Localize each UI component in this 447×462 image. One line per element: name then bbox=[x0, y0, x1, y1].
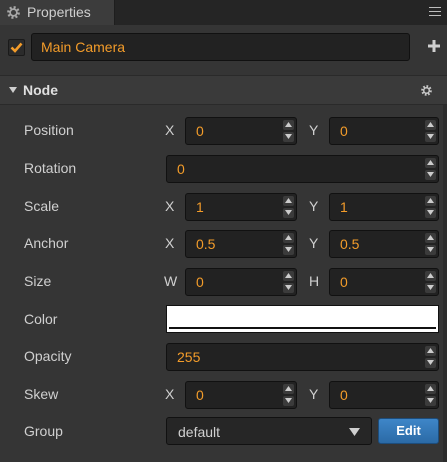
size-h-stepper[interactable] bbox=[425, 271, 436, 293]
panel-menu-icon[interactable] bbox=[429, 7, 441, 18]
node-section-header[interactable]: Node bbox=[0, 75, 447, 105]
anchor-y-input[interactable]: 0.5 bbox=[329, 230, 439, 258]
gear-icon bbox=[7, 6, 20, 19]
position-x-label: X bbox=[165, 122, 175, 138]
scale-label: Scale bbox=[24, 198, 60, 214]
rotation-label: Rotation bbox=[24, 160, 77, 176]
tab-title: Properties bbox=[27, 4, 91, 20]
panel-tab-bar: Properties bbox=[0, 0, 447, 25]
rotation-input[interactable]: 0 bbox=[166, 155, 439, 183]
checkmark-icon bbox=[10, 42, 23, 53]
node-name-input[interactable]: Main Camera bbox=[31, 33, 410, 61]
opacity-value: 255 bbox=[177, 349, 201, 365]
anchor-x-input[interactable]: 0.5 bbox=[185, 230, 297, 258]
size-w-value: 0 bbox=[196, 274, 204, 290]
scale-x-input[interactable]: 1 bbox=[185, 193, 297, 221]
skew-x-stepper[interactable] bbox=[283, 384, 294, 406]
skew-x-label: X bbox=[165, 386, 175, 402]
scale-x-value: 1 bbox=[196, 199, 204, 215]
scale-y-label: Y bbox=[309, 198, 319, 214]
skew-y-value: 0 bbox=[340, 387, 348, 403]
edit-group-button[interactable]: Edit bbox=[378, 418, 439, 444]
size-h-input[interactable]: 0 bbox=[329, 268, 439, 296]
caret-down-icon bbox=[9, 87, 17, 93]
size-w-stepper[interactable] bbox=[283, 271, 294, 293]
size-w-input[interactable]: 0 bbox=[185, 268, 297, 296]
anchor-y-value: 0.5 bbox=[340, 236, 360, 252]
size-w-label: W bbox=[164, 273, 178, 289]
scale-y-value: 1 bbox=[340, 199, 348, 215]
scale-x-label: X bbox=[165, 198, 175, 214]
dropdown-caret-icon bbox=[349, 428, 360, 436]
group-label: Group bbox=[24, 423, 63, 439]
node-name-row: Main Camera bbox=[0, 25, 447, 73]
rotation-value: 0 bbox=[177, 161, 185, 177]
scale-y-stepper[interactable] bbox=[425, 196, 436, 218]
skew-y-stepper[interactable] bbox=[425, 384, 436, 406]
anchor-x-value: 0.5 bbox=[196, 236, 216, 252]
position-x-value: 0 bbox=[196, 123, 204, 139]
skew-x-input[interactable]: 0 bbox=[185, 381, 297, 409]
anchor-x-stepper[interactable] bbox=[283, 233, 294, 255]
settings-gear-icon[interactable] bbox=[420, 84, 433, 97]
position-y-value: 0 bbox=[340, 123, 348, 139]
position-y-stepper[interactable] bbox=[425, 120, 436, 142]
opacity-label: Opacity bbox=[24, 348, 72, 364]
color-picker-swatch[interactable] bbox=[166, 305, 439, 333]
tab-properties[interactable]: Properties bbox=[0, 0, 115, 25]
alpha-bar bbox=[169, 327, 436, 329]
anchor-y-label: Y bbox=[309, 235, 319, 251]
anchor-label: Anchor bbox=[24, 235, 69, 251]
scrollbar-track[interactable] bbox=[443, 105, 447, 462]
position-y-input[interactable]: 0 bbox=[329, 117, 439, 145]
scale-x-stepper[interactable] bbox=[283, 196, 294, 218]
opacity-stepper[interactable] bbox=[425, 346, 436, 368]
skew-y-input[interactable]: 0 bbox=[329, 381, 439, 409]
skew-label: Skew bbox=[24, 386, 59, 402]
add-component-icon[interactable] bbox=[427, 39, 441, 53]
position-x-input[interactable]: 0 bbox=[185, 117, 297, 145]
size-h-value: 0 bbox=[340, 274, 348, 290]
opacity-input[interactable]: 255 bbox=[166, 343, 439, 371]
position-y-label: Y bbox=[309, 122, 319, 138]
rotation-stepper[interactable] bbox=[425, 158, 436, 180]
scale-y-input[interactable]: 1 bbox=[329, 193, 439, 221]
anchor-y-stepper[interactable] bbox=[425, 233, 436, 255]
group-select-value: default bbox=[178, 424, 221, 440]
skew-y-label: Y bbox=[309, 386, 319, 402]
group-select[interactable]: default bbox=[166, 417, 372, 445]
node-enabled-checkbox[interactable] bbox=[8, 39, 25, 56]
size-label: Size bbox=[24, 273, 52, 289]
color-label: Color bbox=[24, 311, 58, 327]
skew-x-value: 0 bbox=[196, 387, 204, 403]
anchor-x-label: X bbox=[165, 235, 175, 251]
section-title: Node bbox=[23, 82, 58, 98]
size-h-label: H bbox=[309, 273, 320, 289]
position-label: Position bbox=[24, 122, 74, 138]
position-x-stepper[interactable] bbox=[283, 120, 294, 142]
